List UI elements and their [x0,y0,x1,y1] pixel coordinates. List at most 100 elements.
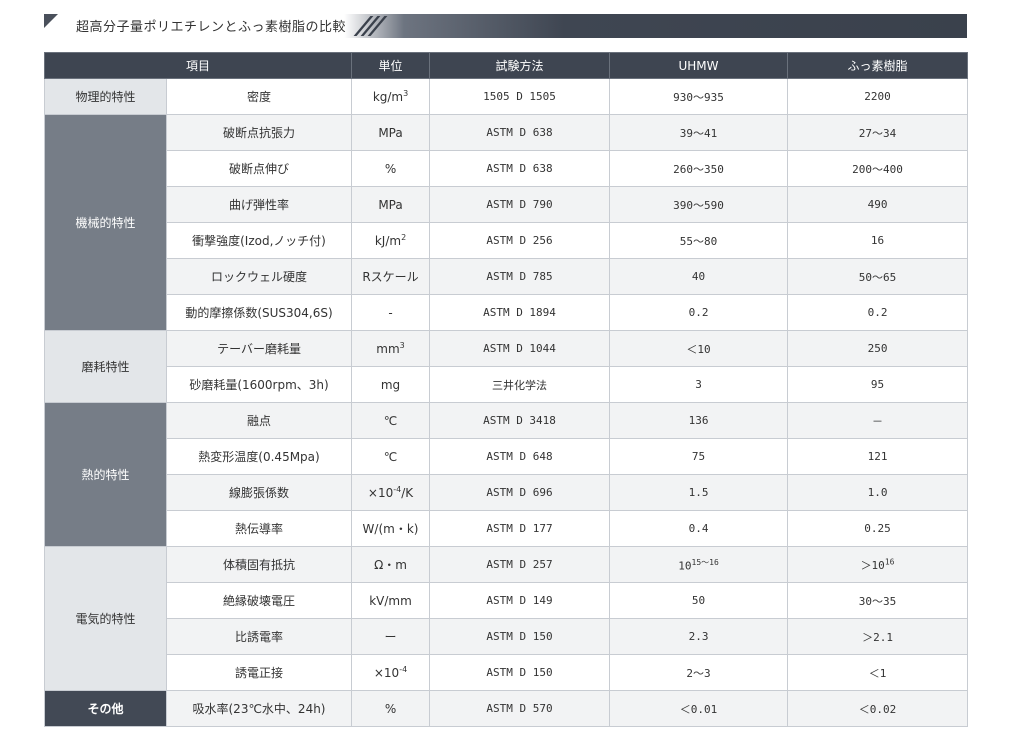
unit-text: kg/m [372,90,404,104]
uhmw-cell: 390～590 [609,186,789,223]
fluoro-value: 27～34 [858,126,897,140]
header-uhmw: UHMW [609,52,789,79]
uhmw-cell: 2.3 [609,618,789,655]
unit-cell: - [351,294,431,331]
fluoro-cell: 30～35 [787,582,969,619]
fluoro-cell: ＞2.1 [787,618,969,655]
unit-text: - [388,305,393,320]
method-cell: ASTM D 790 [429,186,611,223]
method-cell: ASTM D 785 [429,258,611,295]
unit-superscript: -4 [393,485,402,494]
unit-text: ℃ [383,413,398,428]
item-cell: 誘電正接 [165,654,353,691]
uhmw-cell: 55～80 [609,222,789,259]
fluoro-cell: 50～65 [787,258,969,295]
item-cell: 比誘電率 [165,618,353,655]
unit-text: kJ/m [374,234,402,248]
fluoro-cell: 27～34 [787,114,969,151]
fluoro-cell: ＜0.02 [787,690,969,727]
uhmw-cell: 40 [609,258,789,295]
unit-text: ×10 [367,486,394,500]
method-cell: ASTM D 150 [429,618,611,655]
category-cell: 電気的特性 [44,546,167,691]
unit-cell: W/(m・k) [351,510,431,547]
unit-cell: Rスケール [351,258,431,295]
unit-cell: ー [351,618,431,655]
table-row: 熱変形温度(0.45Mpa) ℃ ASTM D 648 75 121 [45,438,969,475]
table-row: 比誘電率 ー ASTM D 150 2.3 ＞2.1 [45,618,969,655]
unit-text: ℃ [383,449,398,464]
unit-text: MPa [378,125,403,140]
method-cell: ASTM D 1044 [429,330,611,367]
table-row: 電気的特性 体積固有抵抗 Ω・m ASTM D 257 1015～16 ＞1016 [44,546,969,691]
uhmw-cell: 2～3 [609,654,789,691]
uhmw-value: 55～80 [679,234,718,248]
uhmw-value: 3 [695,378,702,391]
uhmw-cell: 1015～16 [609,546,789,583]
unit-text: ー [384,630,397,644]
fluoro-value: － [872,414,884,428]
comparison-table: 項目 単位 試験方法 UHMW ふっ素樹脂 物理的特性 密度 kg/m3 1505 D… [43,52,969,727]
unit-text: mg [380,377,401,392]
unit-cell: ×10-4 [351,654,431,691]
unit-superscript: 3 [399,341,405,350]
uhmw-value: 75 [691,450,706,463]
uhmw-value: ＜10 [686,342,711,356]
table-row: 動的摩擦係数(SUS304,6S) - ASTM D 1894 0.2 0.2 [45,294,969,331]
method-cell: 1505 D 1505 [429,78,611,115]
uhmw-value: 1.5 [688,486,709,499]
uhmw-cell: 50 [609,582,789,619]
method-cell: ASTM D 696 [429,474,611,511]
header-item: 項目 [43,52,353,79]
unit-cell: mg [351,366,431,403]
table-row: 誘電正接 ×10-4 ASTM D 150 2～3 ＜1 [45,654,969,691]
fluoro-value: ＞2.1 [862,630,893,644]
item-cell: 曲げ弾性率 [165,186,353,223]
fluoro-cell: － [787,402,969,439]
unit-superscript: -4 [399,665,408,674]
unit-cell: ℃ [351,402,431,439]
item-cell: ロックウェル硬度 [165,258,353,295]
fluoro-value: 121 [867,450,888,463]
fluoro-value: ＜1 [868,666,887,680]
item-cell: 衝撃強度(Izod,ノッチ付) [165,222,353,259]
unit-text: % [384,701,397,716]
category-cell: 熱的特性 [44,402,167,547]
fluoro-value: 95 [870,378,885,391]
method-cell: ASTM D 256 [429,222,611,259]
unit-cell: kJ/m2 [351,222,431,259]
fluoro-value: 0.25 [864,522,891,535]
fluoro-cell: 95 [787,366,969,403]
item-cell: 体積固有抵抗 [165,546,353,583]
unit-text: % [384,161,397,176]
uhmw-value: 930～935 [673,90,724,104]
uhmw-value: 10 [678,559,692,573]
uhmw-value: ＜0.01 [679,702,718,716]
uhmw-cell: ＜0.01 [609,690,789,727]
unit-cell: ℃ [351,438,431,475]
uhmw-cell: 0.4 [609,510,789,547]
method-cell: ASTM D 648 [429,438,611,475]
item-cell: 動的摩擦係数(SUS304,6S) [165,294,353,331]
method-cell: ASTM D 570 [429,690,611,727]
fluoro-value: 2200 [864,90,891,103]
unit-superscript: 2 [401,233,407,242]
category-cell: その他 [44,690,167,727]
method-cell: 三井化学法 [429,366,611,403]
uhmw-cell: 930～935 [609,78,789,115]
table-row: 機械的特性 破断点抗張力 MPa ASTM D 638 39～41 27～34 [44,114,969,331]
uhmw-cell: 260～350 [609,150,789,187]
fluoro-cell: 200～400 [787,150,969,187]
fluoro-value: 30～35 [858,594,897,608]
unit-text: Rスケール [362,270,419,284]
item-cell: 熱変形温度(0.45Mpa) [165,438,353,475]
uhmw-cell: 3 [609,366,789,403]
uhmw-value: 2.3 [688,630,709,643]
uhmw-value: 260～350 [673,162,724,176]
uhmw-cell: 0.2 [609,294,789,331]
uhmw-cell: 75 [609,438,789,475]
unit-text: mm [376,342,400,356]
unit-text: kV/mm [369,593,412,608]
fluoro-value: ＜0.02 [858,702,897,716]
method-cell: ASTM D 257 [429,546,611,583]
